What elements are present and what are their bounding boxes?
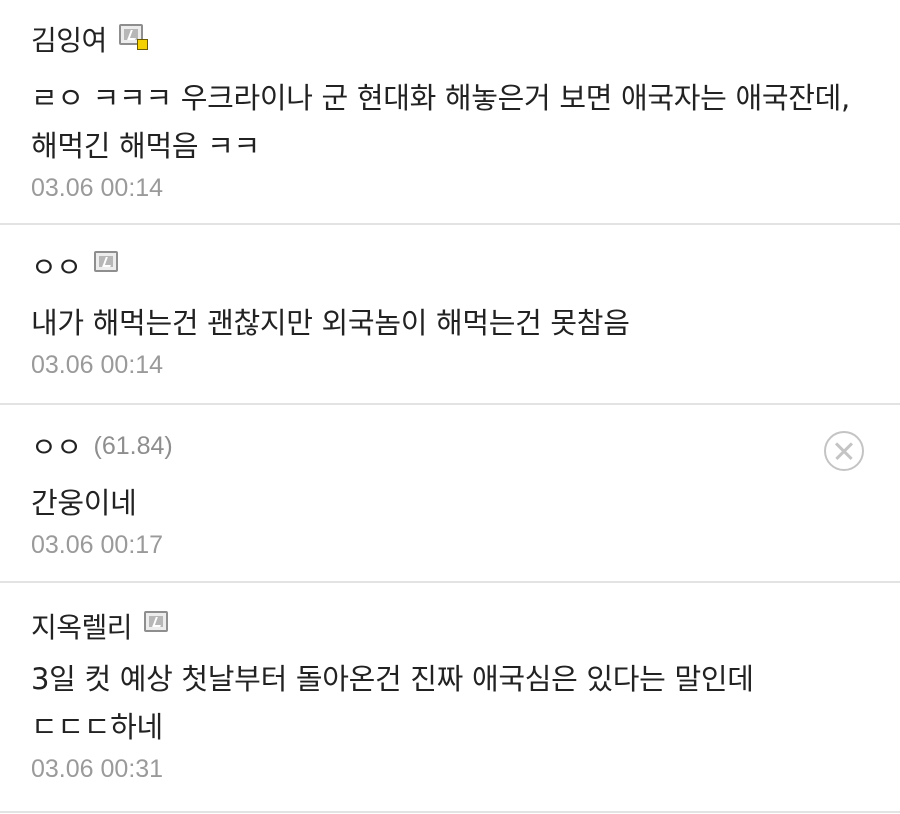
comment-text: ㄹㅇ ㅋㅋㅋ 우크라이나 군 현대화 해놓은거 보면 애국자는 애국잔데, 해먹… (31, 81, 850, 163)
comment-date: 03.06 00:17 (31, 531, 164, 559)
comment-author-row: 김잉여 (31, 18, 868, 60)
comment-author-row: 지옥렐리 (31, 605, 868, 647)
comment-list: 김잉여 ㄹㅇ ㅋㅋㅋ 우크라이나 군 현대화 해놓은거 보면 애국자는 애국잔데… (0, 0, 900, 813)
comment-item: ㅇㅇ 내가 해먹는건 괜찮지만 외국놈이 해먹는건 못참음 03.06 00:1… (0, 225, 900, 405)
member-icon (144, 610, 169, 632)
comment-author[interactable]: ㅇㅇ (31, 426, 82, 466)
comment-date: 03.06 00:14 (31, 174, 164, 202)
manager-badge-icon (136, 38, 148, 50)
comment-author-row: ㅇㅇ (61.84) (31, 425, 868, 467)
comment-author[interactable]: 지옥렐리 (31, 606, 133, 646)
comment-author-row: ㅇㅇ (31, 245, 868, 287)
comment-text: 3일 컷 예상 첫날부터 돌아온건 진짜 애국심은 있다는 말인데 ㄷㄷㄷ하네 (31, 662, 754, 744)
comment-item: ㅇㅇ (61.84) 간웅이네 03.06 00:17 (0, 405, 900, 583)
close-circle-icon[interactable] (824, 431, 864, 471)
member-icon (118, 23, 148, 50)
comment-text: 내가 해먹는건 괜찮지만 외국놈이 해먹는건 못참음 (31, 306, 630, 340)
member-icon (93, 250, 118, 272)
comment-date: 03.06 00:14 (31, 351, 164, 379)
comment-ip: (61.84) (93, 431, 173, 460)
comment-author[interactable]: ㅇㅇ (31, 246, 82, 286)
comment-text: 간웅이네 (31, 486, 137, 520)
comment-author[interactable]: 김잉여 (31, 19, 107, 59)
comment-item: 지옥렐리 3일 컷 예상 첫날부터 돌아온건 진짜 애국심은 있다는 말인데 ㄷ… (0, 583, 900, 813)
comment-item: 김잉여 ㄹㅇ ㅋㅋㅋ 우크라이나 군 현대화 해놓은거 보면 애국자는 애국잔데… (0, 0, 900, 225)
comment-date: 03.06 00:31 (31, 755, 164, 783)
